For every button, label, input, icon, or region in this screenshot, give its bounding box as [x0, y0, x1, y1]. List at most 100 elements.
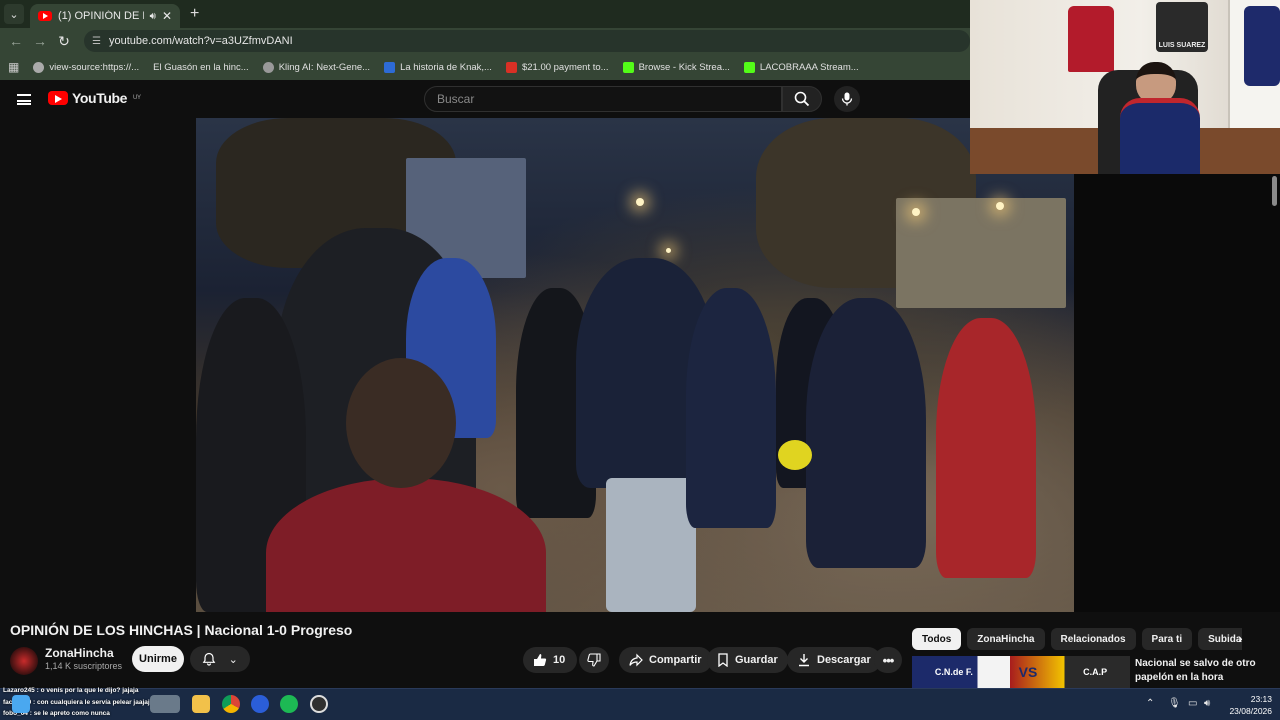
chip-related[interactable]: Relacionados — [1050, 628, 1136, 650]
chip-channel[interactable]: ZonaHincha — [967, 628, 1045, 650]
tab-list-button[interactable]: ⌄ — [4, 4, 24, 24]
bookmarks-bar: ▦ view-source:https://... El Guasón en l… — [0, 54, 970, 80]
chrome-icon[interactable] — [222, 695, 240, 713]
bookmark-item[interactable]: $21.00 payment to... — [505, 61, 609, 73]
ea-app-icon[interactable] — [251, 695, 269, 713]
street-lamp — [912, 208, 920, 216]
thumb-vs: VS — [1018, 664, 1038, 680]
chip-todos[interactable]: Todos — [912, 628, 962, 650]
search-widget-icon[interactable] — [150, 695, 180, 713]
jersey-poster — [1068, 6, 1114, 72]
obs-icon[interactable] — [310, 695, 328, 713]
poster-text: LUIS SUAREZ — [1158, 42, 1206, 49]
clock[interactable]: 23:13 23/08/2026 — [1222, 693, 1272, 717]
bookmark-item[interactable]: Browse - Kick Strea... — [622, 61, 730, 73]
more-icon: ••• — [882, 652, 895, 668]
download-button[interactable]: Descargar — [787, 647, 881, 673]
bookmark-item[interactable]: El Guasón en la hinc... — [153, 62, 249, 73]
save-button[interactable]: Guardar — [707, 647, 788, 673]
thumbs-up-icon — [534, 654, 547, 666]
spotify-icon[interactable] — [280, 695, 298, 713]
helmet — [778, 440, 812, 470]
tab-youtube[interactable]: (1) OPINIÓN DE LOS HINCHA 🔊︎ ✕ — [30, 4, 180, 28]
like-button[interactable]: 10 — [523, 647, 577, 673]
share-button[interactable]: Compartir — [619, 647, 712, 673]
dislike-button[interactable] — [579, 647, 609, 673]
site-info-icon[interactable]: ☰ — [92, 36, 101, 47]
region-code: UY — [133, 95, 141, 101]
kick-icon — [622, 61, 634, 73]
share-icon — [629, 653, 643, 667]
crowd-person-red — [936, 318, 1036, 578]
video-title: OPINIÓN DE LOS HINCHAS | Nacional 1-0 Pr… — [10, 622, 353, 638]
thumb-team-left: C.N.de F. — [934, 667, 973, 677]
new-tab-button[interactable]: + — [190, 5, 199, 23]
like-count: 10 — [553, 654, 566, 666]
start-icon[interactable] — [12, 695, 30, 713]
forward-icon[interactable]: → — [28, 33, 52, 49]
back-icon[interactable]: ← — [4, 33, 28, 49]
url-field[interactable]: ☰ youtube.com/watch?v=a3UZfmvDANI — [84, 30, 970, 52]
bookmark-item[interactable]: Kling AI: Next-Gene... — [262, 61, 370, 73]
search-input[interactable]: Buscar — [424, 86, 782, 112]
file-explorer-icon[interactable] — [192, 695, 210, 713]
recommendation-thumbnail[interactable]: C.N.de F. VS C.A.P — [912, 656, 1130, 688]
subscriber-count: 1,14 K suscriptores — [45, 661, 123, 671]
microphone-icon — [841, 92, 853, 106]
tab-title: (1) OPINIÓN DE LOS HINCHA — [58, 10, 144, 22]
reload-icon[interactable]: ↻ — [52, 33, 76, 50]
youtube-favicon-icon — [38, 11, 52, 21]
bell-icon — [202, 652, 216, 666]
streamer-jersey — [1120, 98, 1200, 174]
scrollbar-thumb[interactable] — [1272, 176, 1277, 206]
close-tab-icon[interactable]: ✕ — [162, 9, 172, 23]
speaker-icon[interactable]: 🔊︎ — [150, 11, 156, 22]
webcam-overlay: LUIS SUAREZ — [970, 0, 1280, 174]
volume-icon[interactable]: 🔊︎ — [1204, 698, 1210, 709]
jersey-poster — [1244, 6, 1280, 86]
sidebar-area — [1074, 174, 1280, 612]
chip-for-you[interactable]: Para ti — [1141, 628, 1193, 650]
chips-next-icon[interactable]: › — [1238, 630, 1243, 646]
street-lamp — [636, 198, 644, 206]
youtube-play-icon — [48, 91, 68, 105]
more-actions-button[interactable]: ••• — [874, 647, 902, 673]
share-label: Compartir — [649, 654, 702, 666]
building-silhouette — [896, 198, 1066, 308]
channel-name[interactable]: ZonaHincha — [45, 646, 114, 660]
tray-chevron-up-icon[interactable]: ⌃ — [1146, 698, 1154, 709]
join-button[interactable]: Unirme — [132, 646, 184, 672]
apps-grid-icon[interactable]: ▦ — [8, 60, 19, 74]
download-icon — [799, 654, 809, 667]
crowd-person-jeans — [606, 478, 696, 612]
youtube-logo[interactable]: YouTube UY — [48, 90, 141, 106]
menu-icon[interactable] — [17, 94, 31, 105]
microphone-tray-icon[interactable]: 🎙︎ — [1168, 698, 1181, 709]
recommendation-title[interactable]: Nacional se salvo de otro papelón en la … — [1135, 657, 1256, 685]
chip-recent-uploads[interactable]: Subidas recie — [1198, 628, 1242, 650]
chevron-down-icon: ⌄ — [228, 653, 238, 666]
clock-time: 23:13 — [1250, 694, 1272, 704]
video-player[interactable] — [196, 118, 1074, 612]
knak-icon — [384, 61, 396, 73]
address-bar-row: ← → ↻ ☰ youtube.com/watch?v=a3UZfmvDANI — [0, 28, 970, 54]
voice-search-button[interactable] — [834, 86, 860, 112]
bookmark-item[interactable]: view-source:https://... — [33, 61, 139, 73]
portrait-poster: LUIS SUAREZ — [1156, 2, 1208, 52]
bookmark-item[interactable]: La historia de Knak,... — [384, 61, 492, 73]
crowd-person — [686, 288, 776, 528]
kick-icon — [743, 61, 755, 73]
search-button[interactable] — [782, 86, 822, 112]
crowd-person-head — [346, 358, 456, 488]
network-icon[interactable]: ▭ — [1188, 698, 1197, 709]
logo-text: YouTube — [72, 90, 128, 106]
notifications-button[interactable]: ⌄ — [190, 646, 250, 672]
kling-icon — [262, 61, 274, 73]
clock-date: 23/08/2026 — [1229, 706, 1272, 716]
channel-avatar[interactable] — [10, 647, 38, 675]
bookmark-item[interactable]: LACOBRAAA Stream... — [743, 61, 859, 73]
crowd-person — [806, 298, 926, 568]
thumb-team-right: C.A.P — [1083, 667, 1108, 677]
globe-icon — [33, 61, 45, 73]
url-text: youtube.com/watch?v=a3UZfmvDANI — [108, 35, 293, 47]
